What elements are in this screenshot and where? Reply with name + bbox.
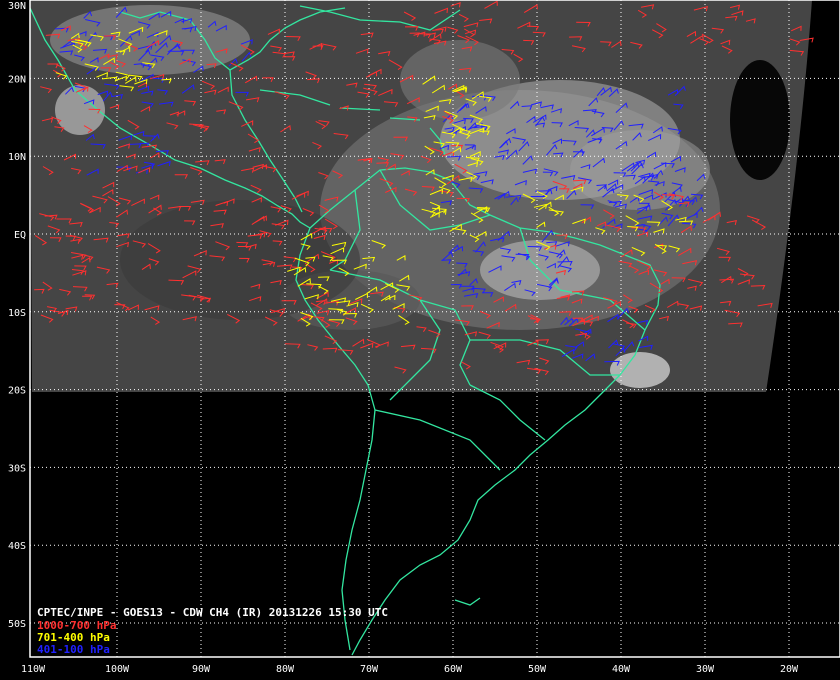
- longitude-label: 50W: [528, 664, 547, 675]
- legend: 1000-700 hPa701-400 hPa401-100 hPa: [37, 619, 116, 656]
- legend-entry: 401-100 hPa: [37, 643, 110, 656]
- longitude-label: 60W: [444, 664, 463, 675]
- longitude-label: 40W: [612, 664, 631, 675]
- longitude-label: 20W: [780, 664, 799, 675]
- latitude-label: 30N: [8, 1, 26, 12]
- latitude-label: 10N: [8, 152, 26, 163]
- longitude-label: 110W: [21, 664, 46, 675]
- satellite-image: [30, 0, 812, 392]
- longitude-label: 90W: [192, 664, 211, 675]
- latitude-label: 20S: [8, 386, 26, 397]
- longitude-label: 80W: [276, 664, 295, 675]
- latitude-label: 10S: [8, 308, 26, 319]
- longitude-label: 70W: [360, 664, 379, 675]
- longitude-label: 30W: [696, 664, 715, 675]
- map-title: CPTEC/INPE - GOES13 - CDW CH4 (IR) 20131…: [37, 606, 388, 619]
- latitude-label: 20N: [8, 74, 26, 85]
- wind-map: 110W 100W 90W 80W 70W 60W 50W 40W 30W 20W 30N 20N 1…: [0, 0, 840, 680]
- latitude-label: 40S: [8, 541, 26, 552]
- latitude-label: EQ: [14, 230, 26, 241]
- latitude-label: 30S: [8, 463, 26, 474]
- longitude-label: 100W: [105, 664, 130, 675]
- latitude-label: 50S: [8, 619, 26, 630]
